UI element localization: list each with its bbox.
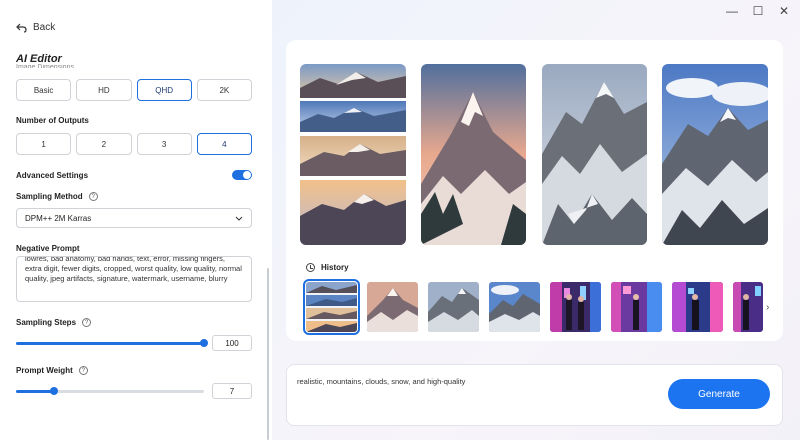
scrollbar[interactable]: [267, 268, 269, 440]
outputs-label-text: Number of Outputs: [16, 116, 89, 125]
generate-button[interactable]: Generate: [668, 379, 770, 409]
history-thumb-6[interactable]: [611, 282, 662, 332]
outputs-option-2[interactable]: 2: [76, 133, 132, 155]
resolution-option-qhd[interactable]: QHD: [136, 79, 192, 101]
settings-panel: Back AI Editor Image Dimensions Basic HD…: [0, 0, 269, 440]
help-icon[interactable]: ?: [88, 192, 98, 201]
outputs-option-4[interactable]: 4: [196, 133, 252, 155]
advanced-settings-text: Advanced Settings: [16, 171, 89, 180]
result-image-4[interactable]: [662, 64, 768, 245]
sampling-steps-slider[interactable]: [16, 339, 208, 347]
prompt-weight-input[interactable]: 7: [212, 383, 252, 399]
result-image-3[interactable]: [542, 64, 647, 245]
outputs-label: Number of Outputs: [16, 116, 89, 125]
sampling-method-value: DPM++ 2M Karras: [25, 213, 92, 223]
prompt-weight-text: Prompt Weight: [16, 366, 73, 375]
negative-prompt-value: lowres, bad anatomy, bad hands, text, er…: [25, 256, 242, 283]
history-thumb-4[interactable]: [489, 282, 540, 332]
close-icon[interactable]: ✕: [778, 4, 790, 18]
dimensions-label: Image Dimensions: [16, 64, 74, 68]
prompt-weight-fill: [16, 390, 54, 393]
outputs-selector: 1 2 3 4: [16, 133, 252, 155]
sampling-method-select[interactable]: DPM++ 2M Karras: [16, 208, 252, 228]
back-arrow-icon: [16, 23, 27, 33]
resolution-option-2k[interactable]: 2K: [196, 79, 252, 101]
chevron-right-icon[interactable]: ›: [766, 302, 769, 313]
prompt-weight-label: Prompt Weight ?: [16, 366, 88, 375]
advanced-settings-label: Advanced Settings: [16, 171, 88, 180]
resolution-option-basic[interactable]: Basic: [16, 79, 72, 101]
sampling-method-label: Sampling Method ?: [16, 192, 98, 201]
prompt-weight-slider[interactable]: [16, 387, 204, 395]
advanced-settings-toggle[interactable]: [232, 170, 252, 180]
prompt-input[interactable]: realistic, mountains, clouds, snow, and …: [297, 377, 465, 386]
negative-prompt-text: Negative Prompt: [16, 244, 80, 253]
history-label-text: History: [321, 263, 349, 272]
workspace: History › realistic, mountains, clouds, …: [272, 0, 800, 440]
back-button[interactable]: Back: [16, 22, 55, 33]
sampling-steps-handle[interactable]: [200, 339, 208, 347]
resolution-selector: Basic HD QHD 2K: [16, 79, 252, 101]
result-image-2[interactable]: [421, 64, 526, 245]
result-image-1[interactable]: [300, 64, 406, 245]
negative-prompt-input[interactable]: lowres, bad anatomy, bad hands, text, er…: [16, 256, 252, 302]
maximize-icon[interactable]: ☐: [752, 4, 764, 18]
resolution-option-hd[interactable]: HD: [76, 79, 132, 101]
results-card: History ›: [286, 40, 783, 341]
prompt-weight-handle[interactable]: [49, 387, 58, 395]
sampling-steps-label: Sampling Steps ?: [16, 318, 92, 327]
history-thumb-7[interactable]: [672, 282, 723, 332]
history-thumb-5[interactable]: [550, 282, 601, 332]
history-thumb-2[interactable]: [367, 282, 418, 332]
outputs-option-3[interactable]: 3: [136, 133, 192, 155]
history-thumb-8[interactable]: [733, 282, 763, 332]
clock-icon: [306, 263, 315, 272]
chevron-down-icon: [235, 216, 243, 221]
help-icon[interactable]: ?: [78, 366, 88, 375]
history-thumb-1[interactable]: [303, 279, 360, 335]
negative-prompt-label: Negative Prompt: [16, 244, 80, 253]
minimize-icon[interactable]: —: [726, 4, 738, 18]
help-icon[interactable]: ?: [82, 318, 92, 327]
sampling-method-text: Sampling Method: [16, 192, 83, 201]
sampling-steps-fill: [16, 342, 204, 345]
window-controls: — ☐ ✕: [726, 4, 790, 18]
back-label: Back: [33, 22, 56, 33]
history-thumb-3[interactable]: [428, 282, 479, 332]
sampling-steps-text: Sampling Steps: [16, 318, 77, 327]
prompt-card: realistic, mountains, clouds, snow, and …: [286, 364, 783, 426]
history-label: History: [306, 263, 349, 272]
sampling-steps-input[interactable]: 100: [212, 335, 252, 351]
outputs-option-1[interactable]: 1: [16, 133, 72, 155]
